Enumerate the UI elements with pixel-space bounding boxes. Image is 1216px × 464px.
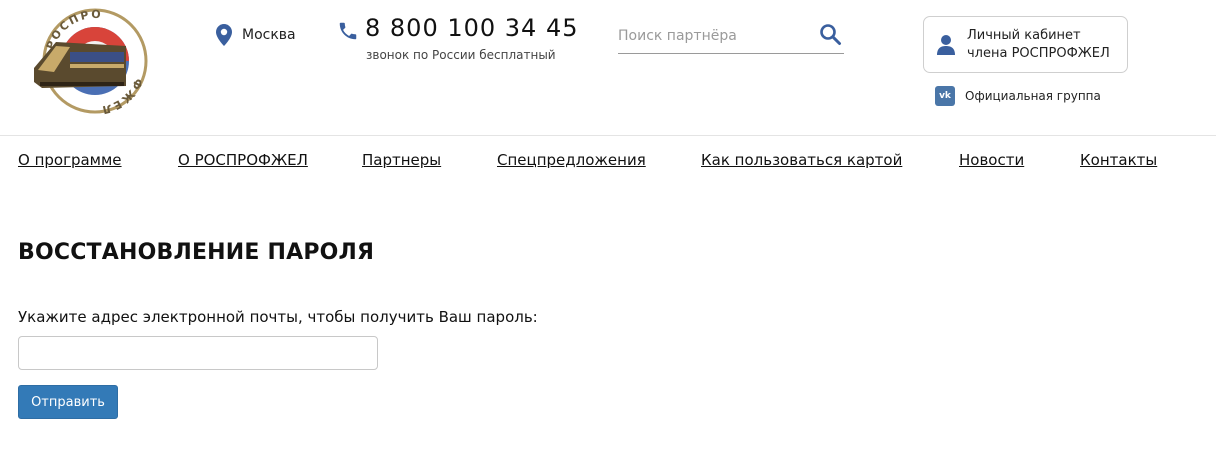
nav-item-how-to-use-card[interactable]: Как пользоваться картой <box>701 151 902 169</box>
nav-item-about-program[interactable]: О программе <box>18 151 122 169</box>
nav-item-about-rosprofzhel[interactable]: О РОСПРОФЖЕЛ <box>178 151 308 169</box>
site-header: РОСПРО ФЖЕЛ Москва 8 800 100 34 45 звоно… <box>0 0 1216 136</box>
rosprofzhel-logo[interactable]: РОСПРО ФЖЕЛ <box>30 6 160 116</box>
phone-number[interactable]: 8 800 100 34 45 <box>365 14 578 42</box>
email-prompt-label: Укажите адрес электронной почты, чтобы п… <box>18 308 538 326</box>
phone-note: звонок по России бесплатный <box>366 48 556 62</box>
search-input[interactable] <box>618 24 808 48</box>
city-selector[interactable]: Москва <box>216 24 296 46</box>
submit-button[interactable]: Отправить <box>18 385 118 419</box>
vk-group-link[interactable]: vk Официальная группа <box>935 86 1101 106</box>
cabinet-label-line1: Личный кабинет <box>967 27 1081 43</box>
nav-item-special-offers[interactable]: Спецпредложения <box>497 151 646 169</box>
main-nav: О программе О РОСПРОФЖЕЛ Партнеры Спецпр… <box>0 136 1216 184</box>
phone-icon <box>339 22 357 40</box>
page-title: ВОССТАНОВЛЕНИЕ ПАРОЛЯ <box>18 240 375 265</box>
search-icon[interactable] <box>818 22 842 46</box>
nav-item-news[interactable]: Новости <box>959 151 1024 169</box>
nav-item-contacts[interactable]: Контакты <box>1080 151 1157 169</box>
vk-group-label: Официальная группа <box>965 89 1101 103</box>
city-label: Москва <box>242 27 296 43</box>
cabinet-label-line2: члена РОСПРОФЖЕЛ <box>967 45 1110 61</box>
location-pin-icon <box>216 24 232 46</box>
email-field[interactable] <box>18 336 378 370</box>
vk-icon: vk <box>935 86 955 106</box>
partner-search <box>618 20 844 54</box>
cabinet-label: Личный кабинет члена РОСПРОФЖЕЛ <box>967 27 1110 63</box>
user-icon <box>937 34 955 55</box>
nav-item-partners[interactable]: Партнеры <box>362 151 441 169</box>
personal-cabinet-button[interactable]: Личный кабинет члена РОСПРОФЖЕЛ <box>923 16 1128 73</box>
